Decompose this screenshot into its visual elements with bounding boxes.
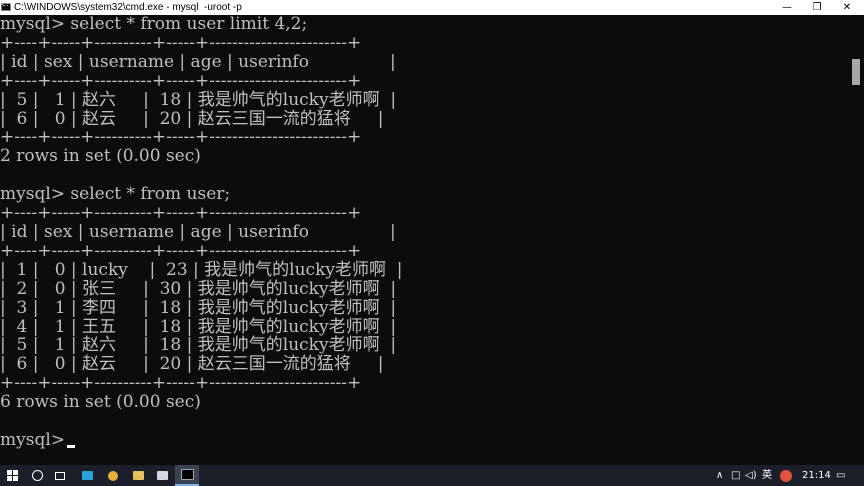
vertical-scrollbar[interactable]	[848, 15, 864, 465]
task-view-icon[interactable]	[50, 465, 70, 486]
scrollbar-thumb[interactable]	[852, 59, 860, 85]
text-cursor	[67, 445, 75, 448]
notepad-icon[interactable]	[151, 465, 173, 486]
folder-icon[interactable]	[127, 465, 149, 486]
browser-icon[interactable]	[102, 465, 124, 486]
tray-chevron-icon[interactable]: ∧	[716, 468, 723, 483]
taskbar: ∧ □ ◁) 英 21:14 ▭	[0, 465, 864, 486]
close-button[interactable]: ✕	[832, 0, 862, 15]
console-output[interactable]: mysql> select * from user limit 4,2; +--…	[0, 15, 848, 465]
volume-icon[interactable]: ◁)	[745, 468, 757, 483]
notification-icon[interactable]: ▭	[836, 468, 845, 483]
ime-icon[interactable]	[780, 470, 792, 482]
cmd-app-icon	[1, 1, 13, 11]
maximize-button[interactable]: ❐	[802, 0, 832, 15]
message-icon[interactable]: □	[731, 468, 740, 483]
clock[interactable]: 21:14	[802, 468, 831, 483]
minimize-button[interactable]: —	[772, 0, 802, 15]
window-title: C:\WINDOWS\system32\cmd.exe - mysql -uro…	[14, 2, 242, 13]
input-language[interactable]: 英	[762, 468, 772, 483]
windows-logo-icon[interactable]	[0, 465, 24, 486]
search-icon[interactable]	[27, 465, 47, 486]
title-bar: C:\WINDOWS\system32\cmd.exe - mysql -uro…	[0, 0, 864, 15]
app-icon[interactable]	[76, 465, 98, 486]
cmd-icon[interactable]	[175, 465, 199, 486]
console-text: mysql> select * from user limit 4,2; +--…	[0, 15, 403, 450]
